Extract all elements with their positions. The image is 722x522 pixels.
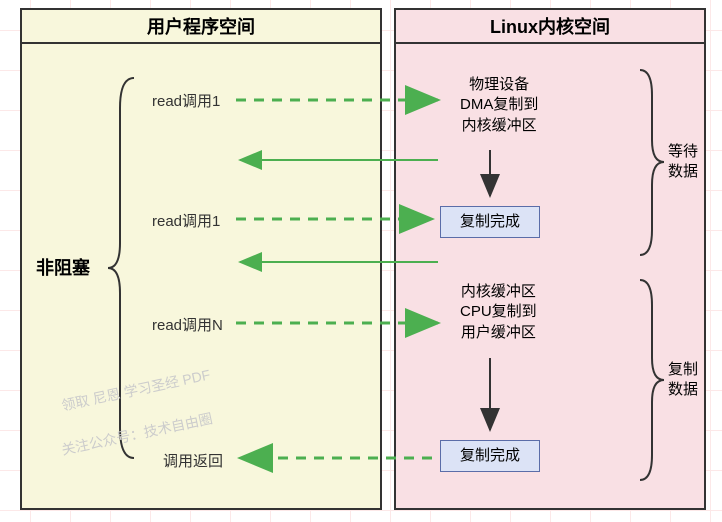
kernel-space-title: Linux内核空间 [396,10,704,44]
kernel-step-1: 物理设备 DMA复制到 内核缓冲区 [460,75,538,136]
user-space-title: 用户程序空间 [22,10,380,44]
kernel-step-2: 内核缓冲区 CPU复制到 用户缓冲区 [460,282,537,343]
read-call-n-label: read调用N [152,314,223,335]
right-brace-copy-icon [638,280,666,480]
copy-done-box-1: 复制完成 [440,206,540,238]
copy-done-box-2: 复制完成 [440,440,540,472]
nonblocking-label: 非阻塞 [36,254,90,280]
wait-data-label: 等待 数据 [668,142,698,181]
call-return-label: 调用返回 [163,450,223,471]
read-call-1b-label: read调用1 [152,210,220,231]
copy-data-label: 复制 数据 [668,360,698,399]
right-brace-wait-icon [638,70,666,255]
read-call-1-label: read调用1 [152,90,220,111]
